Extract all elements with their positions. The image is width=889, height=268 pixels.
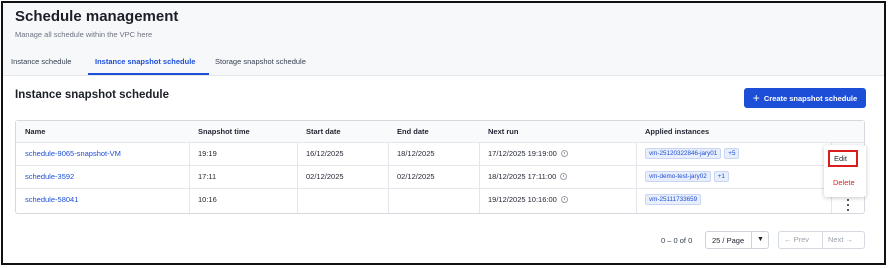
active-tab-indicator	[88, 73, 209, 75]
kebab-dot	[847, 204, 849, 206]
plus-icon: +	[752, 91, 760, 105]
column-header-end-date: End date	[397, 127, 429, 136]
table-row[interactable]: schedule-3592 17:11 02/12/2025 02/12/202…	[16, 165, 864, 189]
column-header-start-date: Start date	[306, 127, 341, 136]
instance-chip[interactable]: vm-25120322846-jary01	[645, 148, 722, 159]
next-run: 17/12/2025 19:19:00	[479, 142, 568, 165]
more-instances-chip[interactable]: +5	[724, 148, 740, 159]
clock-icon	[560, 150, 568, 157]
page-subtitle: Manage all schedule within the VPC here	[15, 30, 153, 39]
next-label: Next	[828, 235, 844, 244]
next-page-button[interactable]: Next →	[828, 235, 853, 244]
tab-instance-schedule[interactable]: Instance schedule	[11, 57, 71, 66]
schedule-name-link[interactable]: schedule-58041	[16, 188, 78, 211]
tab-storage-snapshot-schedule[interactable]: Storage snapshot schedule	[215, 57, 306, 66]
next-run-value: 18/12/2025 17:11:00	[488, 172, 557, 181]
create-button-label: Create snapshot schedule	[763, 93, 858, 103]
schedule-name-link[interactable]: schedule-9065-snapshot-VM	[16, 142, 121, 165]
prev-page-button[interactable]: ← Prev	[784, 235, 809, 244]
row-actions-menu: Edit Delete	[824, 145, 866, 197]
table-row[interactable]: schedule-58041 10:16 19/12/2025 10:16:00…	[16, 188, 864, 211]
snapshot-time: 19:19	[198, 149, 217, 158]
page-size-select[interactable]: 25 / Page ▼	[705, 231, 769, 249]
clock-icon	[560, 173, 568, 180]
start-date	[297, 188, 306, 211]
menu-item-delete[interactable]: Delete	[833, 178, 855, 187]
create-snapshot-schedule-button[interactable]: + Create snapshot schedule	[744, 88, 866, 108]
snapshot-schedule-table: Name Snapshot time Start date End date N…	[15, 120, 865, 214]
section-title: Instance snapshot schedule	[15, 89, 170, 101]
page-size-value: 25 / Page	[712, 236, 745, 245]
applied-instances: vm-25120322846-jary01 +5	[636, 142, 742, 165]
instance-chip[interactable]: vm-demo-test-jary02	[645, 171, 711, 182]
next-run-value: 19/12/2025 10:16:00	[488, 195, 557, 204]
table-header-row: Name Snapshot time Start date End date N…	[16, 121, 864, 143]
column-header-name: Name	[25, 127, 46, 136]
end-date: 18/12/2025	[397, 149, 435, 158]
next-run: 18/12/2025 17:11:00	[479, 165, 568, 188]
caret-down-icon: ▼	[757, 236, 764, 243]
kebab-dot	[847, 209, 849, 211]
tab-instance-snapshot-schedule[interactable]: Instance snapshot schedule	[95, 57, 195, 66]
schedule-name-link[interactable]: schedule-3592	[16, 165, 74, 188]
snapshot-time: 17:11	[198, 172, 217, 181]
end-date	[388, 188, 397, 211]
page-title: Schedule management	[15, 8, 179, 25]
applied-instances: vm-25111733659	[636, 188, 704, 211]
divider	[751, 232, 752, 248]
pagination-controls: ← Prev Next →	[778, 231, 865, 249]
clock-icon	[560, 196, 568, 203]
next-run-value: 17/12/2025 19:19:00	[488, 149, 557, 158]
start-date: 02/12/2025	[306, 172, 344, 181]
column-header-applied-instances: Applied instances	[645, 127, 710, 136]
tab-bar: Instance schedule Instance snapshot sche…	[3, 53, 884, 75]
column-header-next-run: Next run	[488, 127, 519, 136]
kebab-dot	[847, 199, 849, 201]
prev-label: Prev	[793, 235, 810, 244]
next-run: 19/12/2025 10:16:00	[479, 188, 568, 211]
more-instances-chip[interactable]: +1	[713, 171, 729, 182]
applied-instances: vm-demo-test-jary02 +1	[636, 165, 732, 188]
snapshot-time: 10:16	[198, 195, 217, 204]
table-row[interactable]: schedule-9065-snapshot-VM 19:19 16/12/20…	[16, 142, 864, 166]
divider	[822, 232, 823, 248]
instance-chip[interactable]: vm-25111733659	[645, 194, 702, 205]
column-header-snapshot-time: Snapshot time	[198, 127, 250, 136]
row-actions-kebab-icon[interactable]	[845, 199, 851, 211]
arrow-right-icon: →	[845, 235, 854, 244]
menu-item-edit[interactable]: Edit	[828, 150, 858, 167]
arrow-left-icon: ←	[784, 235, 792, 244]
pagination-count: 0 – 0 of 0	[661, 236, 693, 245]
start-date: 16/12/2025	[306, 149, 344, 158]
end-date: 02/12/2025	[397, 172, 435, 181]
